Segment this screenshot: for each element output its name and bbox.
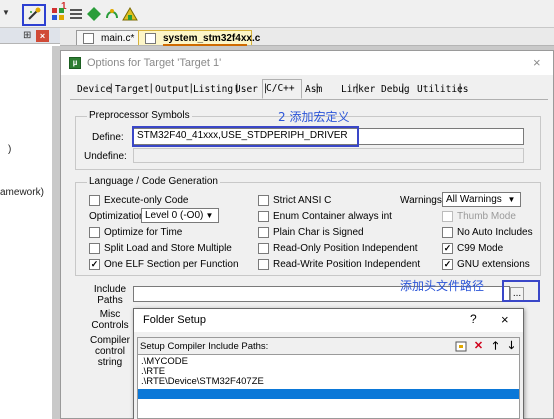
dropdown-arrow-icon[interactable]: ▼ xyxy=(2,8,12,18)
include-paths-list[interactable] xyxy=(137,355,520,419)
split-load-label: Split Load and Store Multiple xyxy=(104,243,232,254)
c-file-icon xyxy=(83,33,94,44)
include-paths-list-title: Setup Compiler Include Paths: xyxy=(140,341,269,352)
plain-char-label: Plain Char is Signed xyxy=(273,227,364,238)
project-tree-fragment: amework) xyxy=(0,187,44,198)
options-dialog-title: Options for Target 'Target 1' xyxy=(87,57,222,69)
plain-char-checkbox[interactable] xyxy=(258,227,269,238)
folder-setup-close-button[interactable]: × xyxy=(501,312,509,327)
tab-label: main.c* xyxy=(101,33,135,44)
one-elf-checkbox[interactable]: ✓ xyxy=(89,259,100,270)
enum-container-checkbox[interactable] xyxy=(258,211,269,222)
gnu-extensions-checkbox[interactable]: ✓ xyxy=(442,259,453,270)
define-label: Define: xyxy=(92,132,124,143)
ro-pi-label: Read-Only Position Independent xyxy=(273,243,418,254)
move-down-icon[interactable]: 🡓 xyxy=(505,340,518,353)
delete-icon[interactable]: ✕ xyxy=(472,340,485,353)
optimize-time-checkbox[interactable] xyxy=(89,227,100,238)
run-time-environment-icon[interactable] xyxy=(122,6,138,22)
c-file-icon xyxy=(145,33,156,44)
undefine-label: Undefine: xyxy=(84,151,127,162)
ro-pi-checkbox[interactable] xyxy=(258,243,269,254)
pin-icon[interactable]: ⊞ xyxy=(23,30,33,41)
chevron-down-icon: ▼ xyxy=(507,195,516,204)
strict-ansi-checkbox[interactable] xyxy=(258,195,269,206)
thumb-mode-checkbox[interactable] xyxy=(442,211,453,222)
file-extensions-icon[interactable] xyxy=(68,6,84,22)
split-load-checkbox[interactable] xyxy=(89,243,100,254)
codegen-group-title: Language / Code Generation xyxy=(87,176,220,187)
select-packs-icon[interactable] xyxy=(104,6,120,22)
gnu-extensions-label: GNU extensions xyxy=(457,259,530,270)
warnings-label: Warnings: xyxy=(400,195,445,206)
define-highlight-box xyxy=(132,126,359,147)
execute-only-checkbox[interactable] xyxy=(89,195,100,206)
tab-system-stm32f4xx[interactable]: system_stm32f4xx.c xyxy=(138,30,260,46)
c99-mode-checkbox[interactable]: ✓ xyxy=(442,243,453,254)
optimization-value: Level 0 (-O0) xyxy=(145,210,204,221)
rw-pi-checkbox[interactable] xyxy=(258,259,269,270)
misc-controls-label: Misc Controls xyxy=(91,309,129,331)
tab-label: system_stm32f4xx.c xyxy=(163,33,261,44)
rw-pi-label: Read-Write Position Independent xyxy=(273,259,421,270)
enum-container-label: Enum Container always int xyxy=(273,211,392,222)
target-options-wand-icon[interactable] xyxy=(26,6,42,22)
optimization-select[interactable]: Level 0 (-O0) ▼ xyxy=(141,208,219,223)
include-paths-label: Include Paths xyxy=(93,284,127,306)
project-panel-close-icon[interactable]: × xyxy=(36,30,49,42)
project-tree-fragment: ) xyxy=(8,144,12,155)
new-folder-icon[interactable] xyxy=(455,340,468,353)
undefine-input[interactable] xyxy=(133,148,524,163)
add-macro-annotation: 2 添加宏定义 xyxy=(278,110,350,124)
compiler-control-label: Compiler control string xyxy=(89,335,130,368)
browse-highlight-box xyxy=(502,280,540,302)
no-auto-includes-label: No Auto Includes xyxy=(457,227,533,238)
optimization-label: Optimization: xyxy=(89,211,148,222)
list-item[interactable]: .\RTE\Device\STM32F407ZE xyxy=(141,376,264,387)
pack-installer-icon[interactable] xyxy=(86,6,102,22)
folder-setup-title: Folder Setup xyxy=(143,314,206,326)
warnings-select[interactable]: All Warnings ▼ xyxy=(442,192,521,207)
execute-only-label: Execute-only Code xyxy=(104,195,189,206)
tab-separators: | | | | | | | | | xyxy=(74,83,463,94)
keil-app-icon: µ xyxy=(69,57,81,69)
no-auto-includes-checkbox[interactable] xyxy=(442,227,453,238)
c99-mode-label: C99 Mode xyxy=(457,243,504,254)
optimize-time-label: Optimize for Time xyxy=(104,227,183,238)
chevron-down-icon: ▼ xyxy=(205,211,214,220)
help-button[interactable]: ? xyxy=(470,312,477,326)
one-elf-label: One ELF Section per Function xyxy=(104,259,239,270)
add-include-path-annotation: 添加头文件路径 xyxy=(400,279,485,293)
preprocessor-group-title: Preprocessor Symbols xyxy=(87,110,192,121)
warnings-value: All Warnings xyxy=(446,194,502,205)
move-up-icon[interactable]: 🡑 xyxy=(489,340,502,353)
manage-components-icon[interactable] xyxy=(50,6,66,22)
strict-ansi-label: Strict ANSI C xyxy=(273,195,332,206)
tab-main-c[interactable]: main.c* xyxy=(76,30,142,45)
selected-new-path-row[interactable] xyxy=(138,389,519,399)
options-close-button[interactable]: × xyxy=(533,55,541,70)
thumb-mode-label: Thumb Mode xyxy=(457,211,516,222)
